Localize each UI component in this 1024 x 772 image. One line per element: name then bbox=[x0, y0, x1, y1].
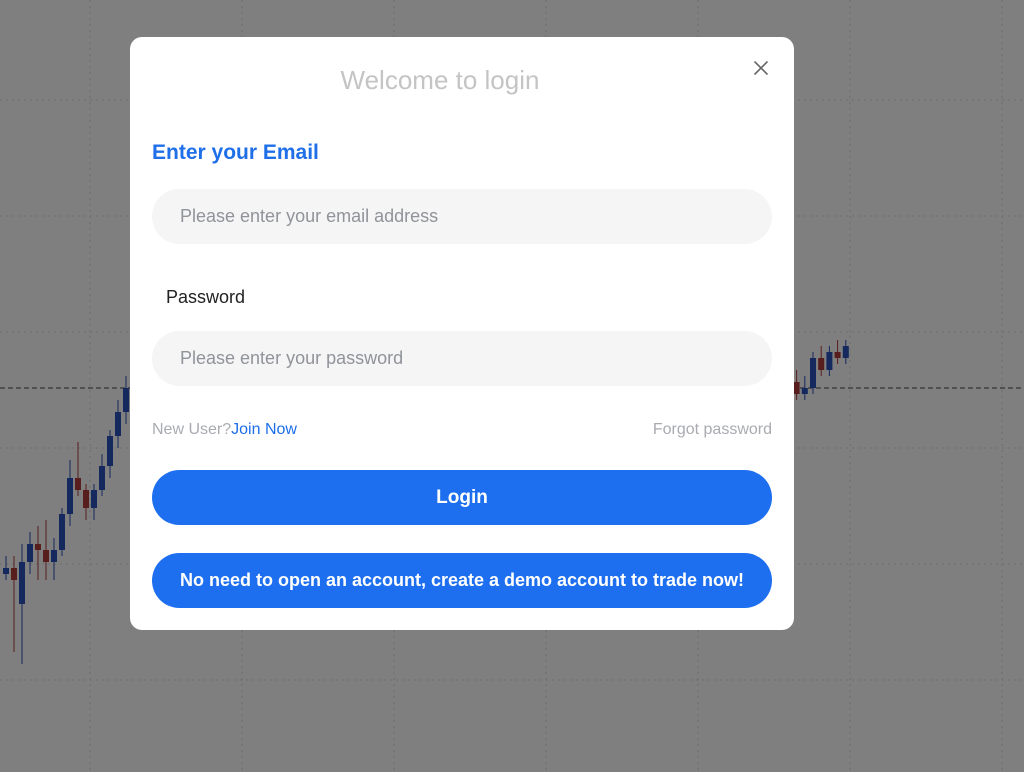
new-user-prompt: New User?Join Now bbox=[152, 421, 297, 439]
password-input[interactable] bbox=[152, 331, 772, 386]
demo-account-button[interactable]: No need to open an account, create a dem… bbox=[152, 553, 772, 608]
login-modal: Welcome to login Enter your Email Passwo… bbox=[130, 37, 794, 630]
login-button[interactable]: Login bbox=[152, 470, 772, 525]
join-now-link[interactable]: Join Now bbox=[231, 421, 297, 438]
password-label: Password bbox=[166, 287, 246, 307]
email-input[interactable] bbox=[152, 189, 772, 244]
close-button[interactable] bbox=[750, 57, 772, 79]
modal-title: Welcome to login bbox=[340, 65, 540, 95]
account-links-row: New User?Join Now Forgot password bbox=[152, 421, 772, 439]
email-label: Enter your Email bbox=[152, 141, 319, 164]
close-icon bbox=[754, 61, 768, 75]
new-user-text: New User? bbox=[152, 421, 232, 438]
forgot-password-link[interactable]: Forgot password bbox=[653, 421, 772, 439]
